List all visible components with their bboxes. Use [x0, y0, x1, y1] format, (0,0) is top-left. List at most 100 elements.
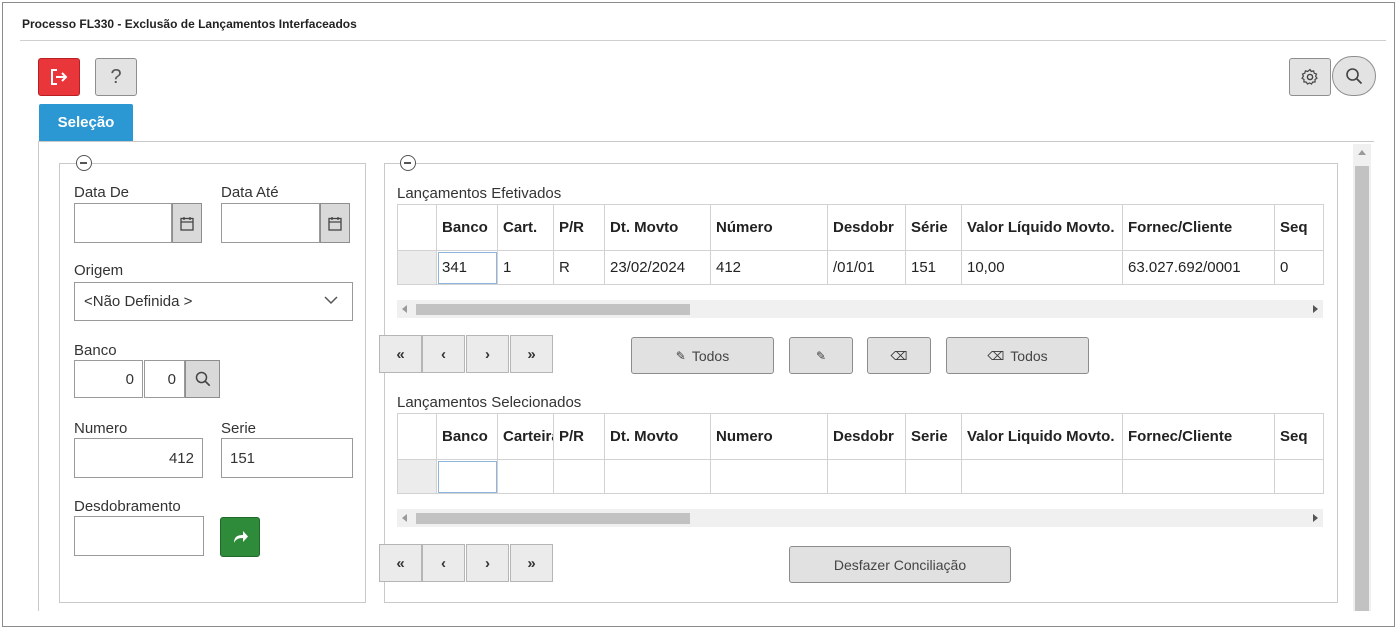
next-page-button[interactable]: › — [466, 544, 509, 582]
table-header-row: Banco Cart. P/R Dt. Movto Número Desdobr… — [397, 204, 1324, 251]
banco-input-2[interactable]: 0 — [144, 360, 185, 398]
scroll-left-arrow[interactable] — [402, 305, 407, 313]
data-de-label: Data De — [74, 184, 130, 201]
efetivados-hscroll[interactable] — [397, 300, 1323, 318]
table-cell[interactable] — [710, 459, 828, 494]
table-cell[interactable]: 341 — [436, 250, 498, 285]
data-ate-calendar-button[interactable] — [320, 203, 350, 243]
prev-page-button[interactable]: ‹ — [422, 335, 465, 373]
origem-select[interactable]: <Não Definida > — [74, 282, 353, 321]
row-header-cell[interactable] — [397, 250, 437, 285]
scroll-thumb[interactable] — [1355, 166, 1369, 611]
column-header[interactable]: Seq — [1274, 413, 1324, 460]
title-divider — [20, 40, 1386, 41]
table-cell[interactable] — [553, 459, 605, 494]
column-header[interactable]: Fornec/Cliente — [1122, 413, 1275, 460]
table-cell[interactable] — [436, 459, 498, 494]
table-cell[interactable]: 1 — [497, 250, 554, 285]
scroll-left-arrow[interactable] — [402, 514, 407, 522]
eraser-icon: ⌫ — [987, 348, 1005, 363]
column-header[interactable]: P/R — [553, 204, 605, 251]
help-button[interactable]: ? — [95, 58, 137, 96]
minus-circle-icon[interactable] — [400, 155, 416, 171]
table-cell[interactable]: /01/01 — [827, 250, 906, 285]
origem-label: Origem — [74, 262, 124, 279]
column-header[interactable]: P/R — [553, 413, 605, 460]
go-button[interactable] — [220, 517, 260, 557]
scroll-right-arrow[interactable] — [1313, 305, 1318, 313]
first-page-button[interactable]: « — [379, 335, 422, 373]
table-cell[interactable] — [604, 459, 711, 494]
data-de-input[interactable] — [74, 203, 172, 243]
column-header[interactable]: Número — [710, 204, 828, 251]
logout-icon — [51, 69, 68, 85]
selecionados-hscroll[interactable] — [397, 509, 1323, 527]
column-header[interactable]: Numero — [710, 413, 828, 460]
table-cell[interactable] — [1274, 459, 1324, 494]
table-cell[interactable] — [827, 459, 906, 494]
numero-label: Numero — [74, 420, 128, 437]
serie-input[interactable]: 151 — [221, 438, 353, 478]
column-header[interactable]: Fornec/Cliente — [1122, 204, 1275, 251]
column-header[interactable]: Valor Líquido Movto. — [961, 204, 1123, 251]
column-header[interactable]: Serie — [905, 413, 962, 460]
mark-all-button[interactable]: ✎ Todos — [631, 337, 774, 374]
last-page-button[interactable]: » — [510, 335, 553, 373]
table-cell[interactable]: 23/02/2024 — [604, 250, 711, 285]
row-header-cell[interactable] — [397, 459, 437, 494]
search-icon — [195, 371, 210, 387]
table-cell[interactable]: 151 — [905, 250, 962, 285]
table-cell[interactable] — [1122, 459, 1275, 494]
column-header[interactable]: Banco — [436, 204, 498, 251]
column-header[interactable]: Cart. — [497, 204, 554, 251]
desdobramento-label: Desdobramento — [74, 498, 181, 515]
numero-input[interactable]: 412 — [74, 438, 203, 478]
settings-button[interactable] — [1289, 58, 1331, 96]
origem-selected-value: <Não Definida > — [84, 293, 193, 310]
column-header[interactable]: Desdobr — [827, 413, 906, 460]
column-header[interactable]: Desdobr — [827, 204, 906, 251]
scroll-thumb[interactable] — [416, 304, 690, 315]
selecionados-table: Banco Carteira P/R Dt. Movto Numero Desd… — [397, 413, 1324, 494]
calendar-icon — [328, 216, 342, 231]
table-cell[interactable]: 412 — [710, 250, 828, 285]
table-cell[interactable]: 0 — [1274, 250, 1324, 285]
table-cell[interactable] — [961, 459, 1123, 494]
banco-search-button[interactable] — [185, 360, 220, 398]
column-header[interactable]: Banco — [436, 413, 498, 460]
column-header[interactable]: Série — [905, 204, 962, 251]
table-cell[interactable] — [905, 459, 962, 494]
mark-button[interactable]: ✎ — [789, 337, 853, 374]
search-button[interactable] — [1332, 56, 1376, 96]
unmark-button[interactable]: ⌫ — [867, 337, 931, 374]
column-header[interactable]: Dt. Movto — [604, 204, 711, 251]
scroll-up-arrow[interactable] — [1358, 150, 1366, 155]
column-header[interactable]: Seq — [1274, 204, 1324, 251]
tab-selecao[interactable]: Seleção — [39, 104, 133, 141]
column-header[interactable]: Dt. Movto — [604, 413, 711, 460]
data-ate-input[interactable] — [221, 203, 320, 243]
table-cell[interactable]: 63.027.692/0001 — [1122, 250, 1275, 285]
column-header[interactable]: Valor Liquido Movto. — [961, 413, 1123, 460]
table-row[interactable]: 341 1 R 23/02/2024 412 /01/01 151 10,00 … — [397, 250, 1324, 285]
column-header[interactable]: Carteira — [497, 413, 554, 460]
desdobramento-input[interactable] — [74, 516, 204, 556]
first-page-button[interactable]: « — [379, 544, 422, 582]
vertical-scrollbar[interactable] — [1353, 144, 1371, 611]
next-page-button[interactable]: › — [466, 335, 509, 373]
minus-circle-icon[interactable] — [76, 155, 92, 171]
last-page-button[interactable]: » — [510, 544, 553, 582]
table-cell[interactable]: R — [553, 250, 605, 285]
data-de-calendar-button[interactable] — [172, 203, 202, 243]
undo-conciliation-button[interactable]: Desfazer Conciliação — [789, 546, 1011, 583]
scroll-thumb[interactable] — [416, 513, 690, 524]
table-cell[interactable] — [497, 459, 554, 494]
scroll-right-arrow[interactable] — [1313, 514, 1318, 522]
prev-page-button[interactable]: ‹ — [422, 544, 465, 582]
exit-button[interactable] — [38, 58, 80, 96]
table-row[interactable] — [397, 459, 1324, 494]
chevron-down-icon — [324, 296, 338, 305]
unmark-all-button[interactable]: ⌫ Todos — [946, 337, 1089, 374]
banco-input-1[interactable]: 0 — [74, 360, 143, 398]
table-cell[interactable]: 10,00 — [961, 250, 1123, 285]
